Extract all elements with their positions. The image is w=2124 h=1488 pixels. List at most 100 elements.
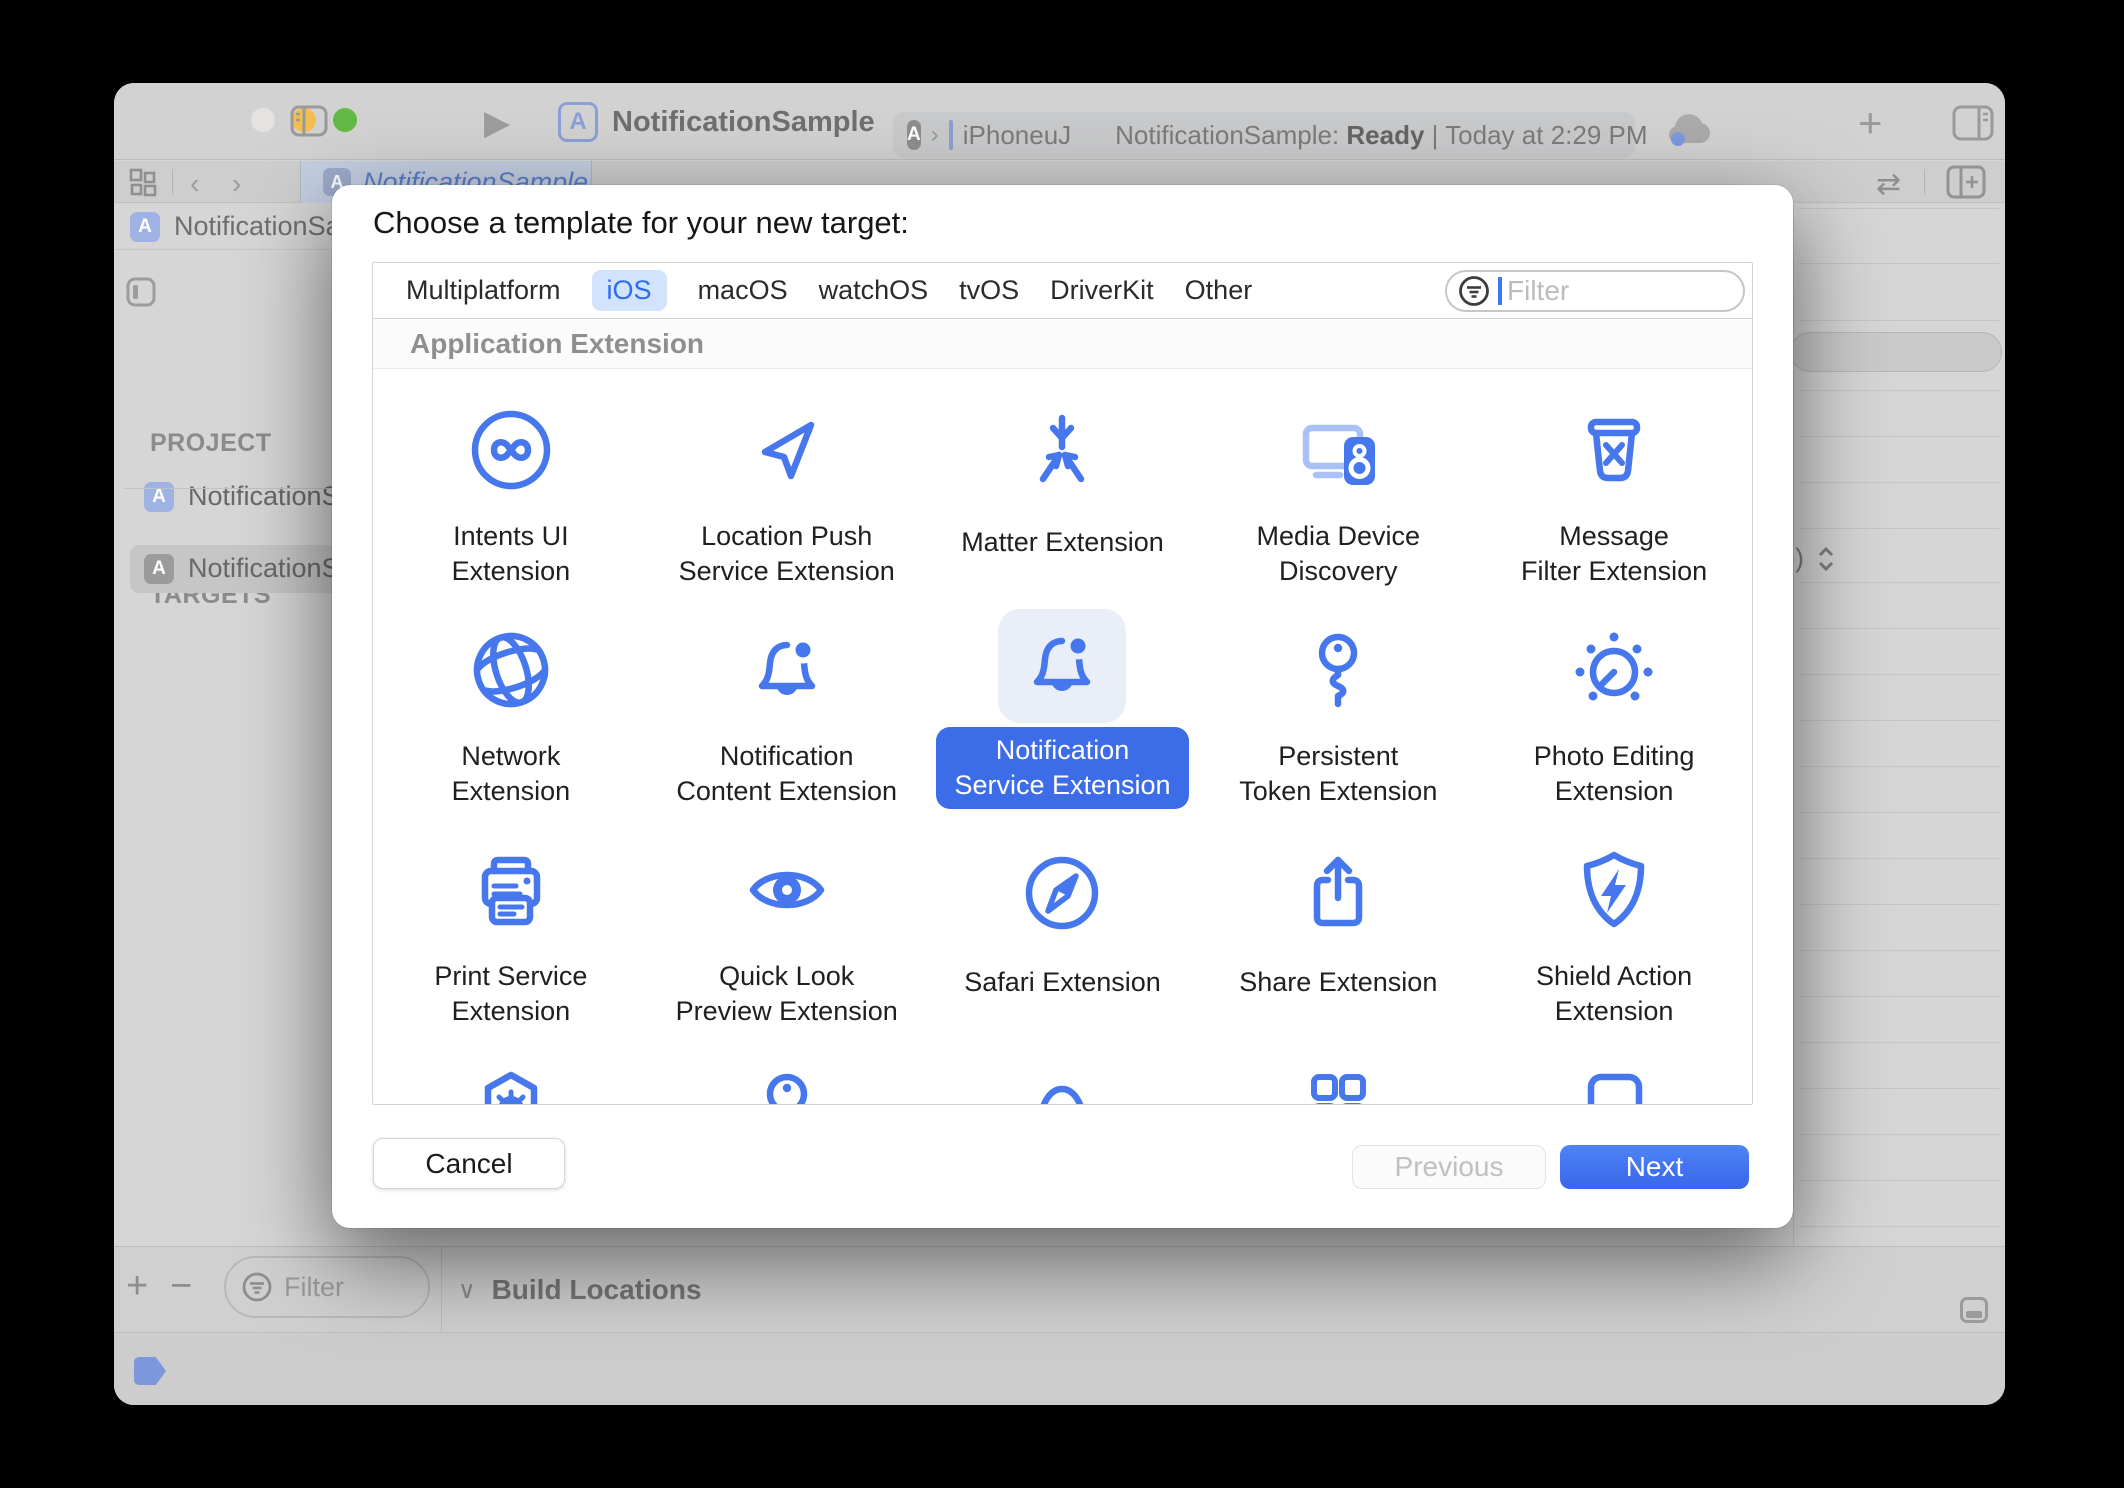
- activity-status: NotificationSample: Ready | Today at 2:2…: [1115, 120, 1647, 151]
- template-location-push-service-extension[interactable]: Location PushService Extension: [649, 369, 925, 589]
- notification-content-icon: [737, 620, 837, 720]
- template-persistent-token-extension[interactable]: PersistentToken Extension: [1200, 589, 1476, 809]
- photo-editing-icon: [1564, 620, 1664, 720]
- run-button[interactable]: ▶: [484, 103, 510, 143]
- bottom-filter-bar: + − Filter ∨ Build Locations: [114, 1246, 2005, 1332]
- text-cursor: [1498, 277, 1502, 305]
- template-partial-4[interactable]: [1200, 1029, 1476, 1104]
- next-button[interactable]: Next: [1560, 1145, 1749, 1189]
- cloud-status-icon: [1662, 109, 1716, 154]
- sidebar-filter-field[interactable]: Filter: [224, 1256, 430, 1318]
- related-items-icon[interactable]: [128, 167, 160, 204]
- disclosure-chevron-icon[interactable]: ∨: [458, 1276, 476, 1305]
- breakpoint-tag-icon[interactable]: [134, 1357, 166, 1385]
- template-share-extension[interactable]: Share Extension: [1200, 809, 1476, 1029]
- shield-action-icon: [1564, 840, 1664, 940]
- section-header: Application Extension: [373, 319, 1752, 369]
- filter-placeholder: Filter: [284, 1272, 344, 1303]
- iphone-device-icon[interactable]: [949, 120, 953, 150]
- build-locations-disclosure[interactable]: ∨ Build Locations: [458, 1247, 702, 1333]
- project-item-label: NotificationSa: [188, 481, 355, 512]
- location-push-icon: [737, 400, 837, 500]
- add-toolbar-button[interactable]: +: [1858, 99, 1883, 147]
- tab-multiplatform[interactable]: Multiplatform: [406, 275, 561, 306]
- previous-button[interactable]: Previous: [1352, 1145, 1546, 1189]
- intents-ui-icon: [461, 400, 561, 500]
- add-editor-icon[interactable]: [1946, 165, 1986, 204]
- filter-placeholder: Filter: [1507, 275, 1569, 307]
- template-partial-3[interactable]: [925, 1029, 1201, 1104]
- ellipse-icon: [1012, 1063, 1112, 1104]
- build-locations-label: Build Locations: [492, 1274, 702, 1306]
- tab-tvos[interactable]: tvOS: [959, 275, 1019, 306]
- traffic-zoom-button[interactable]: [333, 108, 357, 132]
- safari-icon: [1012, 843, 1112, 943]
- template-grid: Intents UIExtension Location PushService…: [373, 369, 1752, 1104]
- tab-macos[interactable]: macOS: [698, 275, 788, 306]
- forward-chevron-icon[interactable]: ›: [232, 168, 241, 200]
- remove-button[interactable]: −: [170, 1265, 192, 1308]
- tab-watchos[interactable]: watchOS: [819, 275, 929, 306]
- template-matter-extension[interactable]: Matter Extension: [925, 369, 1201, 589]
- screenshot-stage: ▶ A NotificationSample A › iPhoneuJ Noti…: [0, 0, 2124, 1488]
- template-print-service-extension[interactable]: Print ServiceExtension: [373, 809, 649, 1029]
- window-project-title: NotificationSample: [612, 106, 875, 139]
- dialog-title: Choose a template for your new target:: [373, 205, 909, 241]
- template-message-filter-extension[interactable]: MessageFilter Extension: [1476, 369, 1752, 589]
- tab-ios[interactable]: iOS: [592, 270, 667, 311]
- swap-editors-icon[interactable]: ⇄: [1876, 167, 1901, 202]
- bottom-bar-toggle-icon[interactable]: [1960, 1297, 1988, 1323]
- back-chevron-icon[interactable]: ‹: [190, 168, 199, 200]
- template-photo-editing-extension[interactable]: Photo EditingExtension: [1476, 589, 1752, 809]
- network-icon: [461, 620, 561, 720]
- status-bar: [114, 1332, 2005, 1405]
- platform-tabs: Multiplatform iOS macOS watchOS tvOS Dri…: [373, 263, 1752, 319]
- scheme-chevron-icon: ›: [931, 121, 939, 149]
- background-dropdown: [1790, 332, 2002, 372]
- matter-icon: [1012, 403, 1112, 503]
- add-button[interactable]: +: [126, 1265, 148, 1308]
- template-notification-service-extension-selected[interactable]: NotificationService Extension: [925, 589, 1201, 809]
- template-intents-ui-extension[interactable]: Intents UIExtension: [373, 369, 649, 589]
- cancel-button[interactable]: Cancel: [373, 1138, 565, 1189]
- template-safari-extension[interactable]: Safari Extension: [925, 809, 1201, 1029]
- template-media-device-discovery[interactable]: Media DeviceDiscovery: [1200, 369, 1476, 589]
- scheme-app-icon[interactable]: A: [907, 120, 921, 150]
- notification-service-icon: [1012, 616, 1112, 716]
- divider: [441, 1247, 442, 1333]
- template-partial-5[interactable]: [1476, 1029, 1752, 1104]
- persistent-token-icon: [1288, 620, 1388, 720]
- sidebar-separator: [124, 488, 336, 489]
- target-item-label: NotificationSa: [188, 553, 355, 584]
- print-service-icon: [461, 840, 561, 940]
- project-sidebar-toggle-icon[interactable]: [126, 277, 156, 312]
- toolbar-status-pill[interactable]: A › iPhoneuJ NotificationSample: Ready |…: [893, 112, 1635, 158]
- divider: [1924, 169, 1925, 195]
- template-partial-2[interactable]: [649, 1029, 925, 1104]
- balloon-key-icon: [737, 1063, 837, 1104]
- app-store-icon: A: [558, 102, 598, 142]
- project-app-icon: A: [144, 482, 174, 512]
- template-notification-content-extension[interactable]: NotificationContent Extension: [649, 589, 925, 809]
- run-destination[interactable]: iPhoneuJ: [963, 120, 1071, 151]
- template-quick-look-preview-extension[interactable]: Quick LookPreview Extension: [649, 809, 925, 1029]
- traffic-close-button[interactable]: [251, 108, 275, 132]
- tab-driverkit[interactable]: DriverKit: [1050, 275, 1154, 306]
- sidebar-item-target[interactable]: A NotificationSa: [144, 553, 355, 584]
- template-partial-1[interactable]: [373, 1029, 649, 1104]
- template-shield-action-extension[interactable]: Shield ActionExtension: [1476, 809, 1752, 1029]
- media-device-icon: [1288, 400, 1388, 500]
- inspector-toggle-icon[interactable]: [1952, 105, 1994, 146]
- template-chooser: Multiplatform iOS macOS watchOS tvOS Dri…: [372, 262, 1753, 1105]
- quick-look-icon: [737, 840, 837, 940]
- new-target-dialog: Choose a template for your new target: M…: [332, 185, 1793, 1228]
- navigator-toggle-icon[interactable]: [290, 105, 328, 142]
- template-network-extension[interactable]: NetworkExtension: [373, 589, 649, 809]
- share-icon: [1288, 843, 1388, 943]
- sidebar-item-project[interactable]: A NotificationSa: [144, 481, 355, 512]
- tab-other[interactable]: Other: [1185, 275, 1253, 306]
- four-squares-icon: [1288, 1063, 1388, 1104]
- filter-icon: [1457, 274, 1491, 308]
- window-toolbar: ▶ A NotificationSample A › iPhoneuJ Noti…: [114, 83, 2005, 160]
- template-filter-field[interactable]: Filter: [1445, 270, 1745, 312]
